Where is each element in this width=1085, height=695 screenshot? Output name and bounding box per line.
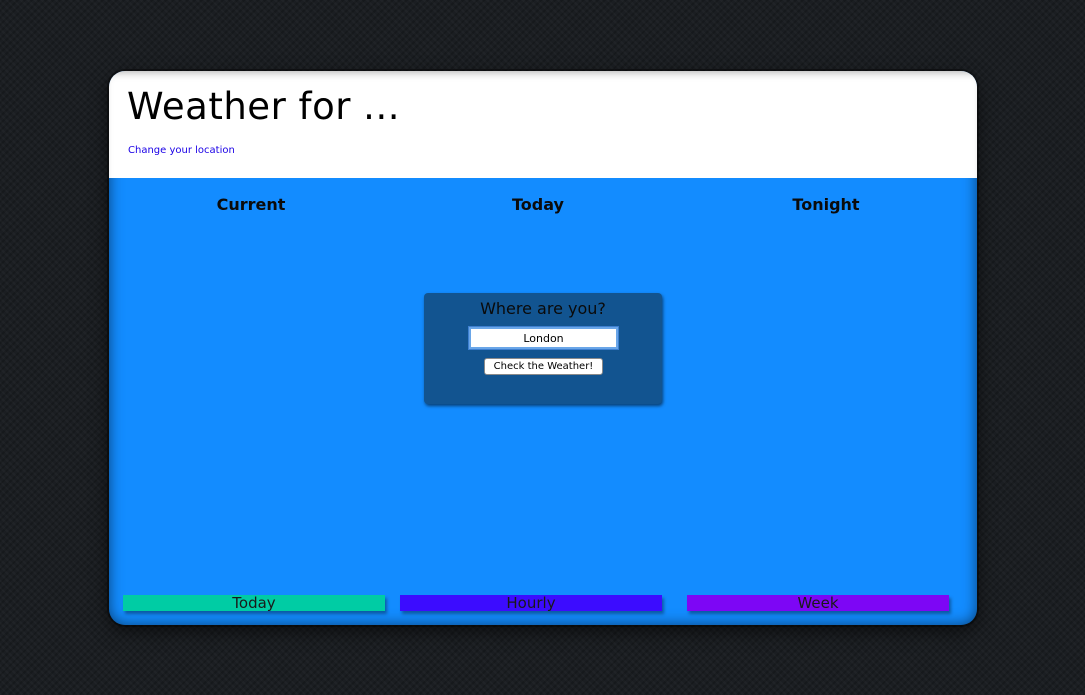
change-location-link[interactable]: Change your location <box>128 145 235 156</box>
header: Weather for ... Change your location <box>109 71 977 178</box>
today-heading: Today <box>512 195 564 214</box>
current-heading: Current <box>216 195 286 214</box>
tonight-heading: Tonight <box>792 195 860 214</box>
tab-hourly[interactable]: Hourly <box>400 595 662 611</box>
page-title: Weather for ... <box>127 85 400 128</box>
location-form: Where are you? Check the Weather! <box>424 293 662 404</box>
tab-today[interactable]: Today <box>123 595 385 611</box>
tab-week[interactable]: Week <box>687 595 949 611</box>
weather-app-card: Weather for ... Change your location Cur… <box>109 71 977 625</box>
location-input[interactable] <box>468 326 619 350</box>
check-weather-button[interactable]: Check the Weather! <box>484 358 603 375</box>
location-prompt: Where are you? <box>480 299 606 318</box>
